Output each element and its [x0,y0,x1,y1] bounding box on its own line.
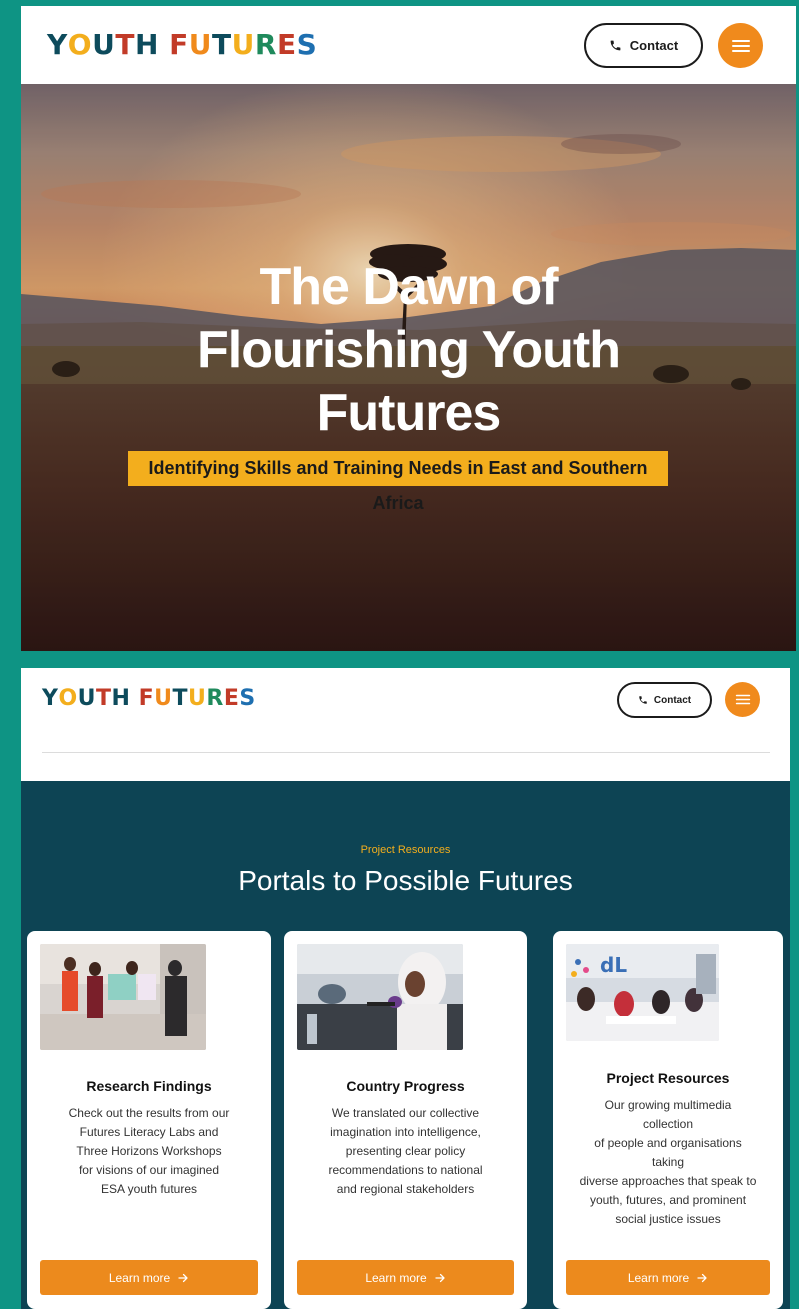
card-description: Our growing multimedia collection of peo… [563,1096,773,1229]
logo-letter: E [276,28,297,61]
card-description-line: imagination into intelligence, [330,1125,481,1139]
youth-futures-logo[interactable]: Y O U T H F U T U R E S [42,686,256,711]
contact-label: Contact [629,38,679,53]
card-description-line: taking [651,1155,685,1169]
girl-with-microphone-photo [297,944,463,1050]
workshop-group-photo: dL [566,944,719,1041]
section-eyebrow: Project Resources [360,844,451,856]
logo-letter: R [254,28,277,61]
hamburger-menu-icon [731,39,750,52]
logo-letter: R [206,686,224,711]
logo-letter: O [67,28,93,61]
resource-card-research: Research Findings Check out the results … [27,931,271,1309]
logo-letter: U [188,686,207,711]
header-divider [42,752,770,753]
card-description-line: Three Horizons Workshops [76,1144,222,1158]
resource-card-project-resources: dL Project Resources Our growing multime… [553,931,783,1309]
logo-letter [159,28,169,61]
phone-icon [610,40,621,51]
card-description-line: Check out the results from our [68,1106,230,1120]
hero-title-line: Flourishing Youth [196,321,621,379]
menu-button[interactable] [718,23,763,68]
card-description-line: ESA youth futures [100,1182,198,1196]
learn-more-label: Learn more [108,1270,171,1285]
logo-letter: U [154,686,173,711]
logo-letter: H [111,686,131,711]
logo-letter: S [296,28,318,61]
card-title: Research Findings [86,1078,212,1094]
logo-letter: U [92,28,116,61]
learn-more-label: Learn more [627,1270,690,1285]
learn-more-button[interactable]: Learn more [566,1260,770,1295]
arrow-right-icon [178,1273,188,1282]
logo-letter: U [77,686,97,711]
logo-letter: E [223,686,240,711]
logo-letter: U [188,28,213,61]
hamburger-menu-icon [735,694,750,705]
hero-title-line: The Dawn of [259,258,558,316]
logo-letter: F [169,28,189,61]
girls-holding-posters-photo [40,944,206,1050]
contact-button[interactable]: Contact [584,23,703,68]
screenshot-bottom: Y O U T H F U T U R E S Contact Project … [21,668,790,1309]
phone-icon [639,696,647,704]
card-description-line: collection [642,1117,694,1131]
card-description-line: of people and organisations [594,1136,742,1150]
card-title: Project Resources [606,1070,730,1086]
card-description: Check out the results from our Futures L… [37,1104,261,1199]
learn-more-label: Learn more [365,1270,427,1285]
menu-button[interactable] [725,682,760,717]
resource-card-country-progress: Country Progress We translated our colle… [284,931,527,1309]
learn-more-button[interactable]: Learn more [40,1260,258,1295]
hero-title: The Dawn of Flourishing Youth Futures [21,256,796,445]
card-description-line: social justice issues [615,1212,721,1226]
logo-letter: Y [47,28,68,61]
section-title: Portals to Possible Futures [238,865,573,896]
learn-more-button[interactable]: Learn more [297,1260,514,1295]
site-header: Y O U T H F U T U R E S Contact [21,668,790,781]
logo-letter: O [58,686,78,711]
card-title: Country Progress [346,1078,465,1094]
card-description-line: for visions of our imagined [78,1163,220,1177]
card-description: We translated our collective imagination… [294,1104,517,1199]
site-header: Y O U T H F U T U R E S Contact [21,6,796,84]
card-description-line: youth, futures, and prominent [589,1193,747,1207]
hero-subtitle-badge: Identifying Skills and Training Needs in… [128,451,668,513]
logo-letter: T [115,28,135,61]
hero-section: The Dawn of Flourishing Youth Futures Id… [21,84,796,651]
logo-letter: F [138,686,155,711]
logo-letter: T [172,686,189,711]
card-description-line: Futures Literacy Labs and [79,1125,219,1139]
card-description-line: presenting clear policy [345,1144,466,1158]
svg-text:dL: dL [600,953,627,977]
logo-letter [130,686,138,711]
logo-letter: T [96,686,112,711]
arrow-right-icon [697,1273,707,1282]
contact-button[interactable]: Contact [617,682,712,718]
logo-letter: S [239,686,256,711]
arrow-right-icon [435,1273,445,1282]
logo-letter: H [134,28,159,61]
card-description-line: recommendations to national [328,1163,483,1177]
youth-futures-logo[interactable]: Y O U T H F U T U R E S [47,28,317,61]
card-description-line: diverse approaches that speak to [579,1174,757,1188]
contact-label: Contact [653,694,692,706]
card-description-line: and regional stakeholders [336,1182,475,1196]
hero-title-line: Futures [316,384,502,442]
screenshot-top: Y O U T H F U T U R E S Contact The Dawn… [21,6,796,651]
logo-letter: U [231,28,255,61]
logo-letter: Y [42,686,59,711]
card-description-line: We translated our collective [331,1106,480,1120]
logo-letter: T [212,28,232,61]
card-description-line: Our growing multimedia [604,1098,732,1112]
